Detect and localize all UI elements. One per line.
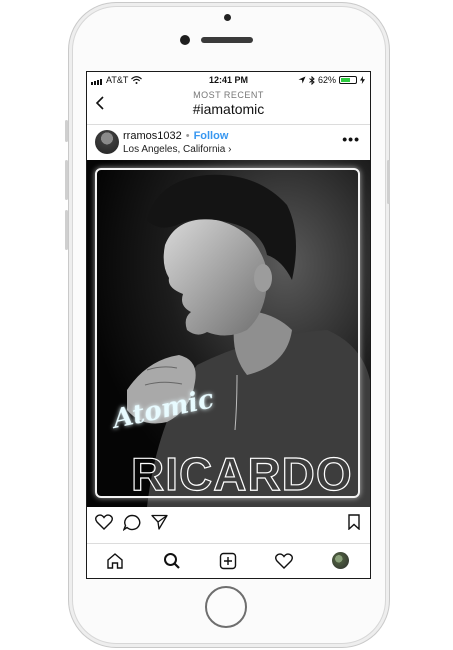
heart-icon[interactable] — [95, 514, 113, 530]
volume-down-button — [65, 210, 68, 250]
avatar[interactable] — [95, 130, 119, 154]
header-subtitle: MOST RECENT — [193, 90, 264, 100]
power-button — [387, 160, 390, 204]
battery-icon — [339, 76, 357, 84]
poster-neon-frame — [95, 168, 360, 498]
add-post-icon[interactable] — [218, 551, 238, 571]
home-icon[interactable] — [105, 551, 125, 571]
phone-screen: AT&T 12:41 PM 62% MOST RECENT #iamatomic… — [86, 71, 371, 579]
status-bar: AT&T 12:41 PM 62% — [87, 72, 370, 88]
charging-bolt-icon — [360, 76, 365, 84]
follow-button[interactable]: Follow — [194, 130, 229, 142]
volume-up-button — [65, 160, 68, 200]
location-label: Los Angeles, California — [123, 144, 226, 155]
front-sensor — [224, 14, 231, 21]
post-header: rramos1032 • Follow Los Angeles, Californi… — [87, 125, 370, 165]
earpiece-speaker — [201, 37, 253, 43]
separator-dot: • — [185, 130, 190, 142]
home-button[interactable] — [205, 586, 247, 628]
bookmark-icon[interactable] — [348, 514, 360, 530]
profile-avatar-icon[interactable] — [332, 552, 349, 569]
more-options-button[interactable]: ••• — [342, 131, 360, 147]
comment-icon[interactable] — [123, 514, 141, 531]
post-user-line: rramos1032 • Follow — [123, 130, 228, 142]
username-link[interactable]: rramos1032 — [123, 130, 182, 142]
location-link[interactable]: Los Angeles, California › — [123, 144, 231, 155]
nav-header: MOST RECENT #iamatomic — [87, 88, 370, 125]
location-chevron-icon: › — [228, 144, 232, 155]
post-image[interactable]: Atomic RICARDO — [87, 160, 370, 507]
search-icon[interactable] — [162, 551, 182, 571]
front-camera — [180, 35, 190, 45]
page-title: #iamatomic — [192, 101, 265, 117]
paper-plane-icon[interactable] — [151, 514, 168, 530]
bottom-tab-bar — [87, 543, 370, 578]
mute-switch — [65, 120, 68, 142]
bluetooth-icon — [309, 75, 315, 85]
heart-outline-icon[interactable] — [274, 551, 294, 571]
location-arrow-icon — [298, 76, 306, 84]
post-actions — [87, 512, 370, 534]
battery-percent: 62% — [317, 75, 336, 85]
